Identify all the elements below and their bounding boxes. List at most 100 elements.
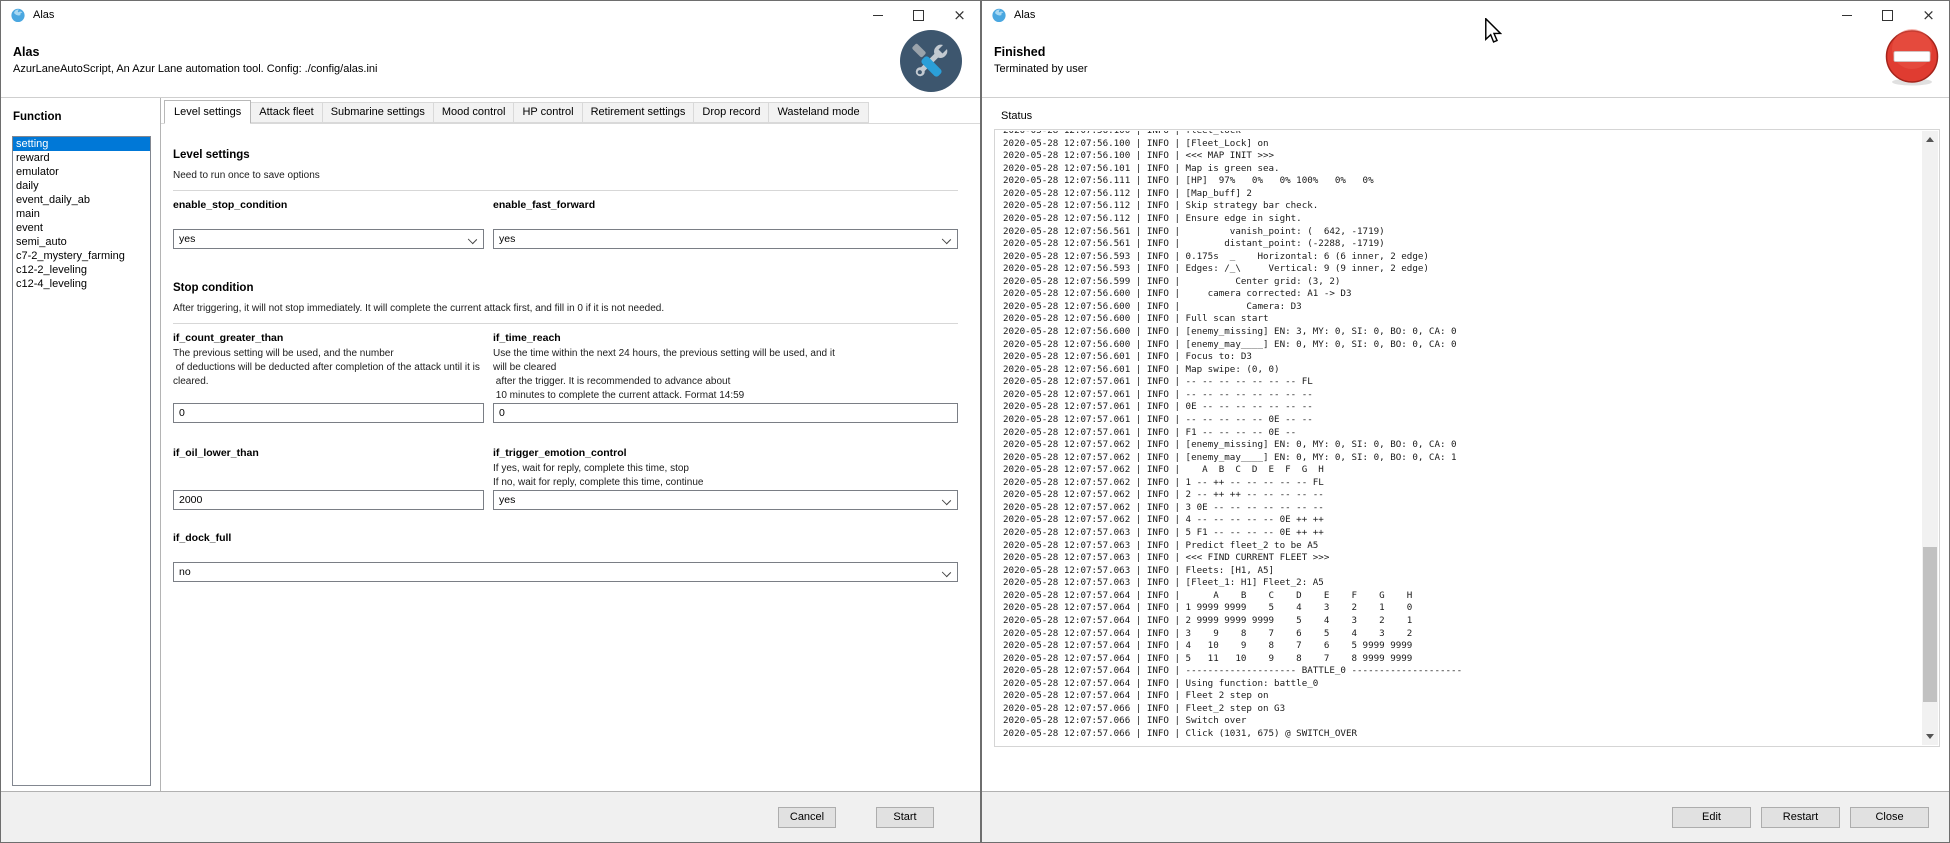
restart-button[interactable]: Restart [1761, 807, 1840, 828]
function-list-item-setting[interactable]: setting [13, 137, 150, 151]
section-stop-condition: Stop conditionAfter triggering, it will … [173, 281, 958, 324]
if-trigger-emotion-control-value: yes [499, 494, 515, 506]
log-line: 2020-05-28 12:07:57.062 | INFO | [enemy_… [1003, 452, 1922, 465]
scrollbar-thumb[interactable] [1923, 547, 1937, 702]
enable-fast-forward-label: enable_fast_forward [493, 199, 958, 212]
if-count-greater-than-input[interactable] [173, 403, 484, 423]
if-trigger-emotion-control-label: if_trigger_emotion_control [493, 447, 958, 460]
function-list-item-c12-4-leveling[interactable]: c12-4_leveling [13, 277, 150, 291]
log-line: 2020-05-28 12:07:56.600 | INFO | Full sc… [1003, 313, 1922, 326]
fields-row: if_oil_lower_than if_trigger_emotion_cont… [173, 447, 958, 510]
log-line: 2020-05-28 12:07:57.064 | INFO | 3 9 8 7… [1003, 628, 1922, 641]
chevron-down-icon [942, 235, 951, 244]
log-line: 2020-05-28 12:07:56.112 | INFO | Skip st… [1003, 200, 1922, 213]
chevron-down-icon [942, 496, 951, 505]
maximize-button[interactable] [898, 1, 939, 29]
scroll-up-button[interactable] [1922, 131, 1938, 148]
log-line: 2020-05-28 12:07:56.601 | INFO | Focus t… [1003, 351, 1922, 364]
log-line: 2020-05-28 12:07:56.561 | INFO | vanish_… [1003, 226, 1922, 239]
page-subtitle: AzurLaneAutoScript, An Azur Lane automat… [13, 63, 377, 75]
log-line: 2020-05-28 12:07:57.063 | INFO | 5 F1 --… [1003, 527, 1922, 540]
function-list-item-reward[interactable]: reward [13, 151, 150, 165]
if-oil-lower-than-input[interactable] [173, 490, 484, 510]
scroll-down-button[interactable] [1922, 728, 1938, 745]
close-icon: × [1922, 8, 1935, 23]
status-header: Finished Terminated by user [982, 29, 1949, 98]
if-dock-full-select[interactable]: no [173, 562, 958, 582]
titlebar: Alas × [1, 1, 980, 29]
close-icon: × [953, 8, 966, 23]
log-scrollbar[interactable] [1922, 131, 1938, 745]
section-level-settings: Level settingsNeed to run once to save o… [173, 148, 958, 191]
log-line: 2020-05-28 12:07:57.061 | INFO | -- -- -… [1003, 376, 1922, 389]
minimize-icon [873, 15, 883, 16]
function-list-item-event-daily-ab[interactable]: event_daily_ab [13, 193, 150, 207]
page-title: Alas [13, 45, 39, 59]
function-list[interactable]: settingrewardemulatordailyevent_daily_ab… [12, 136, 151, 786]
cancel-button[interactable]: Cancel [778, 807, 836, 828]
close-button[interactable]: × [939, 1, 980, 29]
fields-row: enable_stop_conditionyesenable_fast_forw… [173, 199, 958, 249]
tab-content: Level settingsAttack fleetSubmarine sett… [161, 98, 980, 791]
log-line: 2020-05-28 12:07:57.061 | INFO | -- -- -… [1003, 414, 1922, 427]
status-subtitle: Terminated by user [994, 63, 1088, 75]
log-line: 2020-05-28 12:07:57.064 | INFO | 2 9999 … [1003, 615, 1922, 628]
function-list-item-c12-2-leveling[interactable]: c12-2_leveling [13, 263, 150, 277]
if-time-reach-input[interactable] [493, 403, 958, 423]
log-line: 2020-05-28 12:07:57.064 | INFO | -------… [1003, 665, 1922, 678]
log-line: 2020-05-28 12:07:57.063 | INFO | <<< FIN… [1003, 552, 1922, 565]
section-description: Need to run once to save options [173, 169, 958, 182]
log-line: 2020-05-28 12:07:57.063 | INFO | [Fleet_… [1003, 577, 1922, 590]
if-trigger-emotion-control-select[interactable]: yes [493, 490, 958, 510]
log-line: 2020-05-28 12:07:57.062 | INFO | 2 -- ++… [1003, 489, 1922, 502]
tools-icon [899, 29, 963, 98]
tab-hp-control[interactable]: HP control [513, 102, 582, 123]
log-line: 2020-05-28 12:07:56.561 | INFO | distant… [1003, 238, 1922, 251]
log-line: 2020-05-28 12:07:56.600 | INFO | Camera:… [1003, 301, 1922, 314]
log-output[interactable]: 2020-05-28 12:07:56.100 | INFO | fleet_l… [996, 131, 1922, 745]
function-list-item-emulator[interactable]: emulator [13, 165, 150, 179]
enable-fast-forward-select[interactable]: yes [493, 229, 958, 249]
field-enable-fast-forward: enable_fast_forwardyes [493, 199, 958, 249]
log-line: 2020-05-28 12:07:57.064 | INFO | A B C D… [1003, 590, 1922, 603]
tab-drop-record[interactable]: Drop record [693, 102, 769, 123]
tab-wasteland-mode[interactable]: Wasteland mode [768, 102, 868, 123]
function-list-item-semi-auto[interactable]: semi_auto [13, 235, 150, 249]
field-if-time-reach: if_time_reachUse the time within the nex… [493, 332, 958, 423]
function-list-item-daily[interactable]: daily [13, 179, 150, 193]
tab-submarine-settings[interactable]: Submarine settings [322, 102, 434, 123]
status-group-label: Status [1001, 110, 1032, 122]
function-list-item-c7-2-mystery-farming[interactable]: c7-2_mystery_farming [13, 249, 150, 263]
titlebar: Alas × [982, 1, 1949, 29]
close-button[interactable]: × [1908, 1, 1949, 29]
function-list-item-main[interactable]: main [13, 207, 150, 221]
log-line: 2020-05-28 12:07:57.062 | INFO | 4 -- --… [1003, 514, 1922, 527]
log-line: 2020-05-28 12:07:57.066 | INFO | Switch … [1003, 715, 1922, 728]
settings-body: Function settingrewardemulatordailyevent… [1, 98, 980, 791]
log-line: 2020-05-28 12:07:57.064 | INFO | 1 9999 … [1003, 602, 1922, 615]
log-line: 2020-05-28 12:07:56.600 | INFO | camera … [1003, 288, 1922, 301]
field-if-count-greater-than: if_count_greater_thanThe previous settin… [173, 332, 484, 423]
minimize-button[interactable] [1826, 1, 1867, 29]
window-title: Alas [33, 9, 54, 21]
field-if-oil-lower-than: if_oil_lower_than [173, 447, 484, 510]
maximize-button[interactable] [1867, 1, 1908, 29]
tab-level-settings[interactable]: Level settings [164, 100, 251, 124]
settings-form: Level settingsNeed to run once to save o… [161, 124, 980, 582]
tab-mood-control[interactable]: Mood control [433, 102, 515, 123]
status-title: Finished [994, 45, 1045, 59]
function-sidebar: Function settingrewardemulatordailyevent… [1, 98, 161, 791]
status-group-box: 2020-05-28 12:07:56.100 | INFO | fleet_l… [994, 129, 1940, 747]
if-oil-lower-than-label: if_oil_lower_than [173, 447, 484, 460]
edit-button[interactable]: Edit [1672, 807, 1751, 828]
tab-retirement-settings[interactable]: Retirement settings [582, 102, 695, 123]
log-line: 2020-05-28 12:07:57.061 | INFO | -- -- -… [1003, 389, 1922, 402]
alas-status-window: Alas × Finished Terminated by user Statu… [981, 0, 1950, 843]
tab-attack-fleet[interactable]: Attack fleet [250, 102, 322, 123]
close-button[interactable]: Close [1850, 807, 1929, 828]
enable-stop-condition-select[interactable]: yes [173, 229, 484, 249]
minimize-button[interactable] [857, 1, 898, 29]
log-line: 2020-05-28 12:07:57.064 | INFO | Using f… [1003, 678, 1922, 691]
start-button[interactable]: Start [876, 807, 934, 828]
function-list-item-event[interactable]: event [13, 221, 150, 235]
